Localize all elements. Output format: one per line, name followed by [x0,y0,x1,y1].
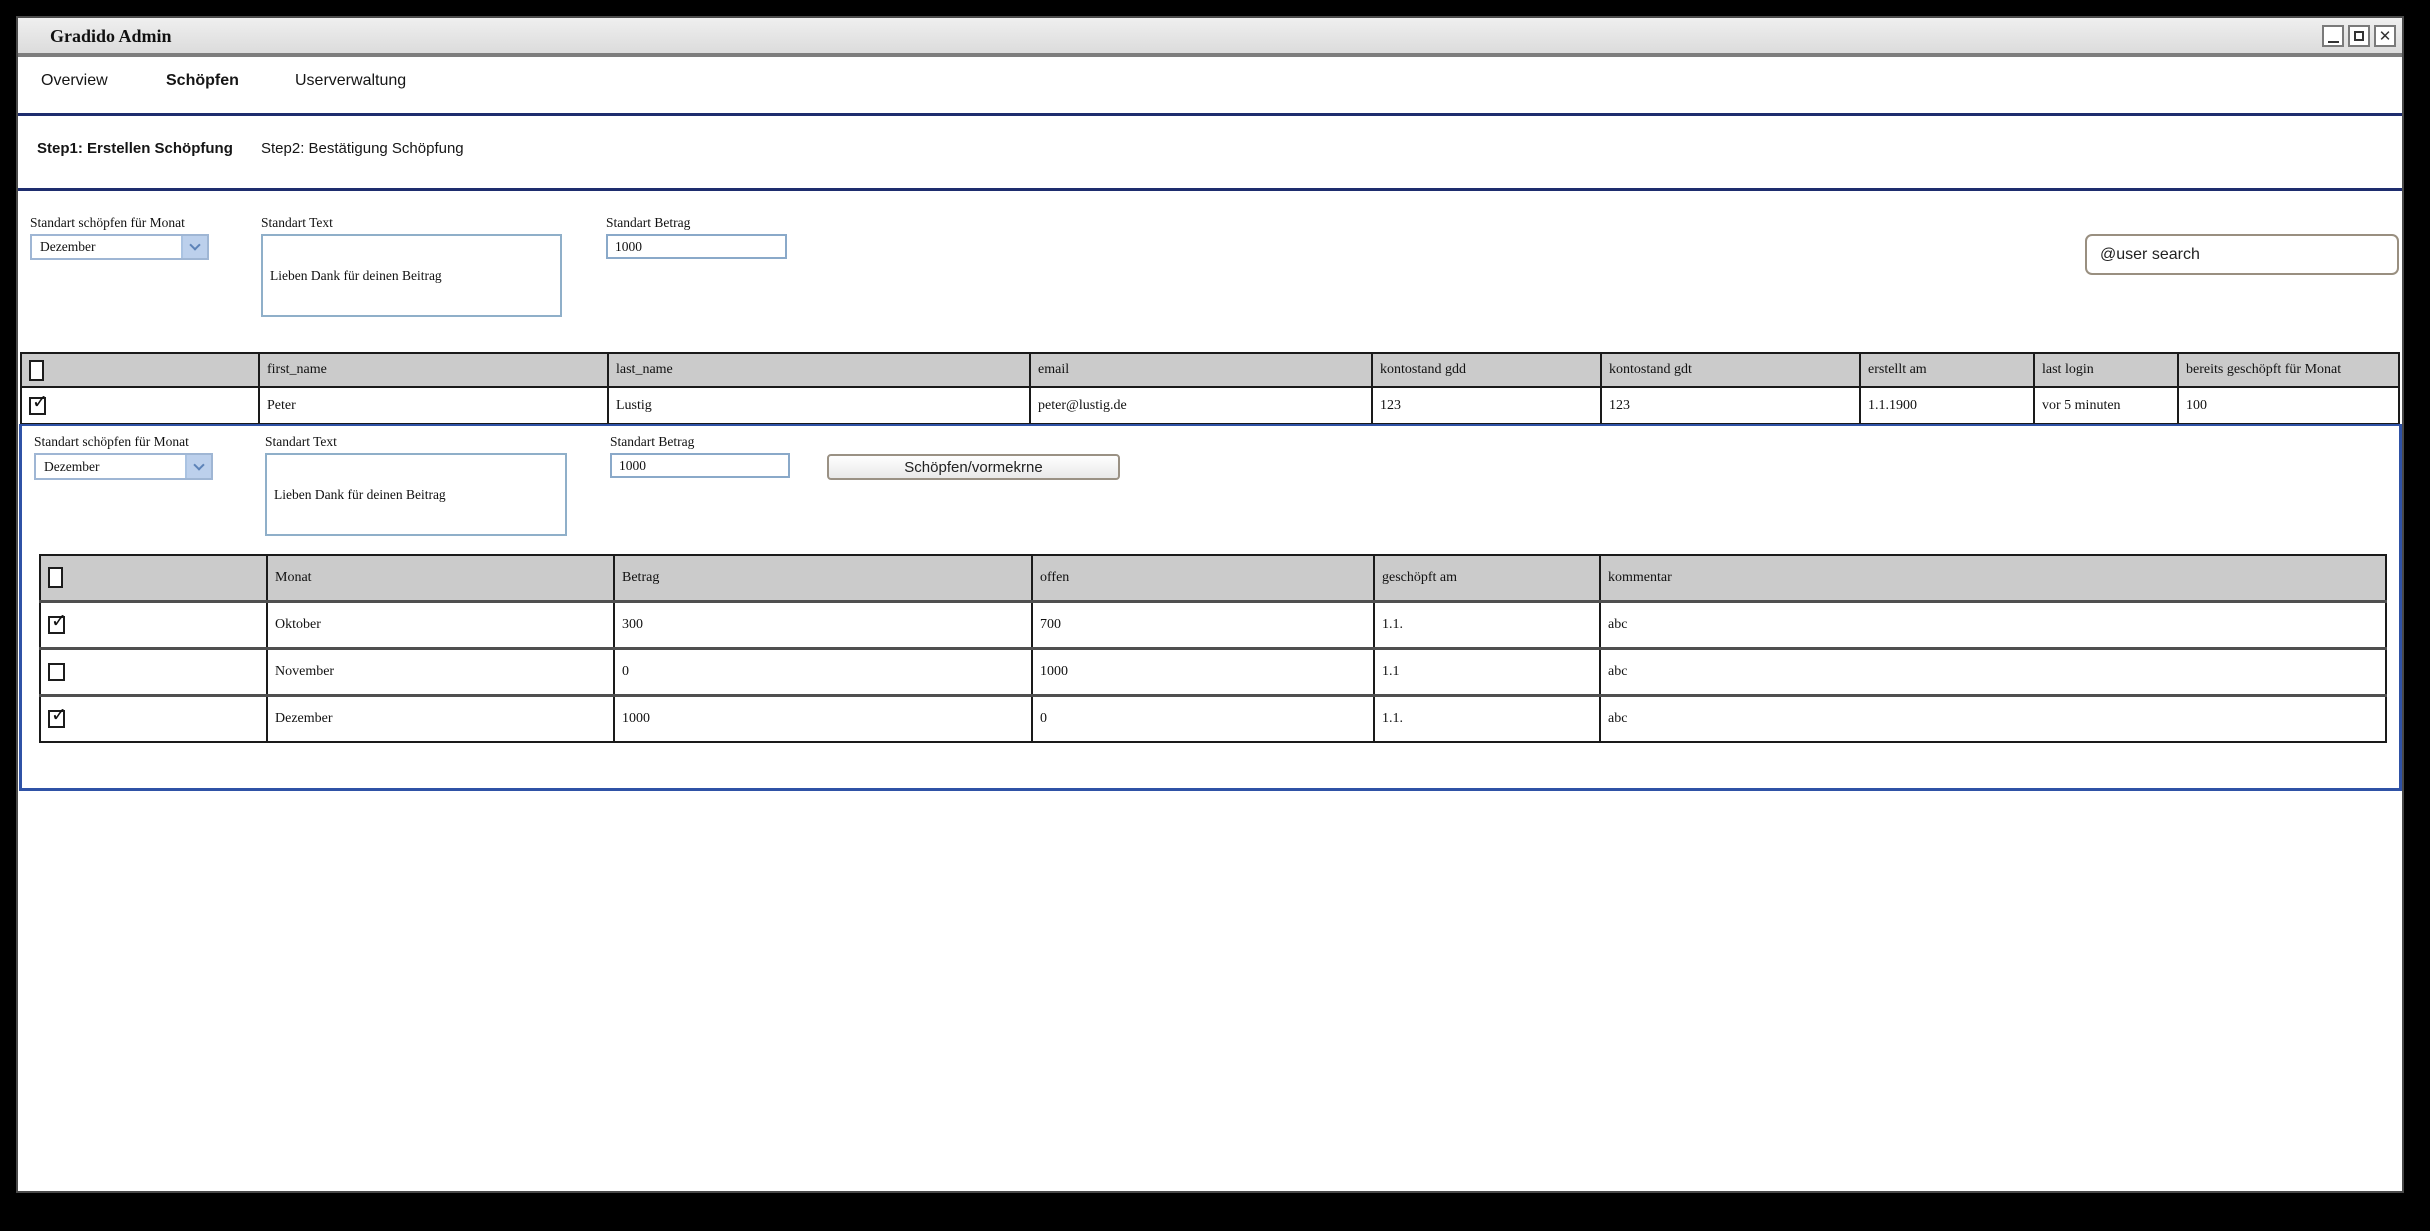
minimize-button[interactable] [2322,25,2344,47]
month-table-row[interactable]: November 0 1000 1.1 abc [40,648,2386,695]
user-row-checkbox[interactable] [29,397,46,415]
month-row-checkbox[interactable] [48,710,65,728]
user-table-header-cell: email [1030,353,1372,387]
standard-text-label: Standart Text [265,434,337,450]
maximize-icon [2354,31,2364,41]
betrag-cell: 300 [614,601,1032,648]
user-search-input[interactable] [2085,234,2399,275]
divider [18,188,2402,191]
user-last-name-cell: Lustig [608,387,1030,424]
close-icon: ✕ [2379,29,2392,44]
step-tab-bestaetigung[interactable]: Step2: Bestätigung Schöpfung [261,140,464,157]
month-select-value: Dezember [32,239,95,255]
month-select-label: Standart schöpfen für Monat [30,215,185,231]
month-row-checkbox[interactable] [48,616,65,634]
select-all-users-checkbox[interactable] [29,360,44,381]
user-table-header-checkbox-cell [21,353,259,387]
chevron-down-icon [181,236,207,258]
user-table-header-cell: kontostand gdd [1372,353,1601,387]
window-controls: ✕ [2322,25,2396,47]
month-row-checkbox-cell [40,695,267,742]
month-cell: Dezember [267,695,614,742]
panel-standard-amount-input[interactable] [610,453,790,478]
geschoepft-am-cell: 1.1 [1374,648,1600,695]
creation-panel: Standart schöpfen für Monat Dezember Sta… [19,424,2402,791]
divider [18,113,2402,116]
standard-amount-label: Standart Betrag [606,215,690,231]
user-row-checkbox-cell [21,387,259,424]
user-table-row[interactable]: Peter Lustig peter@lustig.de 123 123 1.1… [21,387,2399,424]
offen-cell: 700 [1032,601,1374,648]
standard-amount-input[interactable] [606,234,787,259]
standard-text-textarea[interactable]: Lieben Dank für deinen Beitrag [261,234,562,317]
user-table-header-cell: kontostand gdt [1601,353,1860,387]
close-button[interactable]: ✕ [2374,25,2396,47]
month-table-row[interactable]: Dezember 1000 0 1.1. abc [40,695,2386,742]
minimize-icon [2328,41,2339,43]
user-erstellt-am-cell: 1.1.1900 [1860,387,2034,424]
user-table-header-cell: first_name [259,353,608,387]
user-table: first_name last_name email kontostand gd… [20,352,2400,425]
betrag-cell: 0 [614,648,1032,695]
user-table-header-cell: erstellt am [1860,353,2034,387]
desktop-background: Gradido Admin ✕ Overview Schöpfen Userve… [0,0,2430,1231]
panel-month-select[interactable]: Dezember [34,453,213,480]
tab-userverwaltung[interactable]: Userverwaltung [295,72,406,90]
user-table-header-row: first_name last_name email kontostand gd… [21,353,2399,387]
betrag-cell: 1000 [614,695,1032,742]
user-bereits-geschoepft-cell: 100 [2178,387,2399,424]
month-select[interactable]: Dezember [30,234,209,260]
user-kontostand-gdt-cell: 123 [1601,387,1860,424]
month-table-header-checkbox-cell [40,555,267,601]
month-row-checkbox-cell [40,648,267,695]
maximize-button[interactable] [2348,25,2370,47]
user-last-login-cell: vor 5 minuten [2034,387,2178,424]
month-cell: November [267,648,614,695]
select-all-months-checkbox[interactable] [48,567,63,588]
window-title: Gradido Admin [50,26,172,47]
standard-text-label: Standart Text [261,215,333,231]
month-row-checkbox[interactable] [48,663,65,681]
app-window: Gradido Admin ✕ Overview Schöpfen Userve… [16,16,2404,1193]
offen-cell: 0 [1032,695,1374,742]
panel-standard-text-textarea[interactable]: Lieben Dank für deinen Beitrag [265,453,567,536]
user-first-name-cell: Peter [259,387,608,424]
offen-cell: 1000 [1032,648,1374,695]
kommentar-cell: abc [1600,601,2386,648]
tab-overview[interactable]: Overview [41,72,108,90]
tab-schoepfen[interactable]: Schöpfen [166,72,239,90]
month-table-header-row: Monat Betrag offen geschöpft am kommenta… [40,555,2386,601]
chevron-down-icon [185,455,211,478]
user-table-header-cell: last_name [608,353,1030,387]
main-tabbar: Overview Schöpfen Userverwaltung [18,72,2402,98]
month-table-header-cell: geschöpft am [1374,555,1600,601]
month-table-header-cell: Monat [267,555,614,601]
user-table-header-cell: bereits geschöpft für Monat [2178,353,2399,387]
user-email-cell: peter@lustig.de [1030,387,1372,424]
month-select-label: Standart schöpfen für Monat [34,434,189,450]
kommentar-cell: abc [1600,648,2386,695]
geschoepft-am-cell: 1.1. [1374,695,1600,742]
month-table-header-cell: Betrag [614,555,1032,601]
month-row-checkbox-cell [40,601,267,648]
month-table-row[interactable]: Oktober 300 700 1.1. abc [40,601,2386,648]
month-table: Monat Betrag offen geschöpft am kommenta… [39,554,2387,743]
month-select-value: Dezember [36,459,99,475]
month-table-header-cell: offen [1032,555,1374,601]
step-bar: Step1: Erstellen Schöpfung Step2: Bestät… [18,140,2402,162]
user-table-header-cell: last login [2034,353,2178,387]
user-kontostand-gdd-cell: 123 [1372,387,1601,424]
geschoepft-am-cell: 1.1. [1374,601,1600,648]
month-cell: Oktober [267,601,614,648]
schoepfen-vormerken-button[interactable]: Schöpfen/vormekrne [827,454,1120,480]
titlebar[interactable]: Gradido Admin ✕ [18,18,2402,57]
kommentar-cell: abc [1600,695,2386,742]
step-tab-erstellen[interactable]: Step1: Erstellen Schöpfung [37,140,233,157]
standard-amount-label: Standart Betrag [610,434,694,450]
month-table-header-cell: kommentar [1600,555,2386,601]
